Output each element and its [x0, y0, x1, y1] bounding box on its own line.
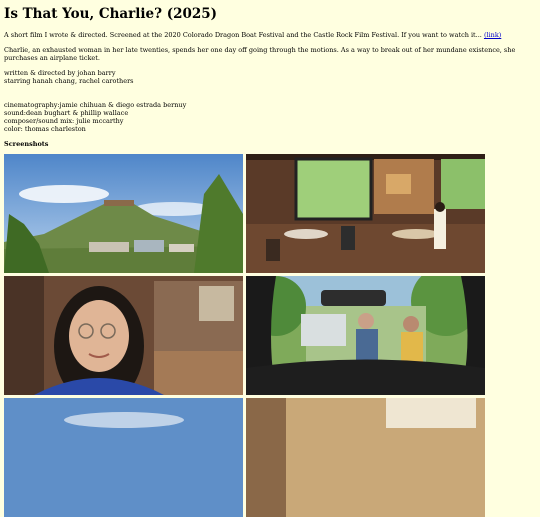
watch-link[interactable]: (link): [484, 31, 501, 39]
screenshots-grid: [4, 154, 536, 517]
credit-line: starring hanah chang, rachel carothers: [4, 77, 134, 85]
landscape-photo-icon: [4, 154, 243, 273]
synopsis: Charlie, an exhausted woman in her late …: [4, 46, 516, 62]
room-photo-icon: [246, 398, 485, 517]
screenshot-cafe-interior: [246, 154, 485, 273]
screenshot-car-windshield: [246, 276, 485, 395]
street-photo-icon: [246, 276, 485, 395]
intro-text: A short film I wrote & directed. Screene…: [4, 31, 482, 39]
credit-line: written & directed by johan barry: [4, 69, 116, 77]
interior-photo-icon: [246, 154, 485, 273]
credits-crew: cinematography:jamie chihuan & diego est…: [4, 101, 536, 133]
screenshot-sky-partial: [4, 398, 243, 517]
portrait-photo-icon: [4, 276, 243, 395]
credit-line: color: thomas charleston: [4, 125, 86, 133]
screenshot-mountain-town: [4, 154, 243, 273]
screenshots-heading: Screenshots: [4, 140, 49, 148]
screenshot-room-partial: [246, 398, 485, 517]
screenshot-woman-glasses: [4, 276, 243, 395]
page-title: Is That You, Charlie? (2025): [4, 6, 218, 22]
credits-primary: written & directed by johan barry starri…: [4, 69, 536, 85]
credit-line: sound:dean bughart & phillip wallace: [4, 109, 129, 117]
credit-line: cinematography:jamie chihuan & diego est…: [4, 101, 187, 109]
sky-photo-icon: [4, 398, 243, 517]
credit-line: composer/sound mix: julie mccarthy: [4, 117, 124, 125]
page-content: Is That You, Charlie? (2025) A short fil…: [0, 0, 540, 517]
intro-paragraph: A short film I wrote & directed. Screene…: [4, 31, 536, 39]
